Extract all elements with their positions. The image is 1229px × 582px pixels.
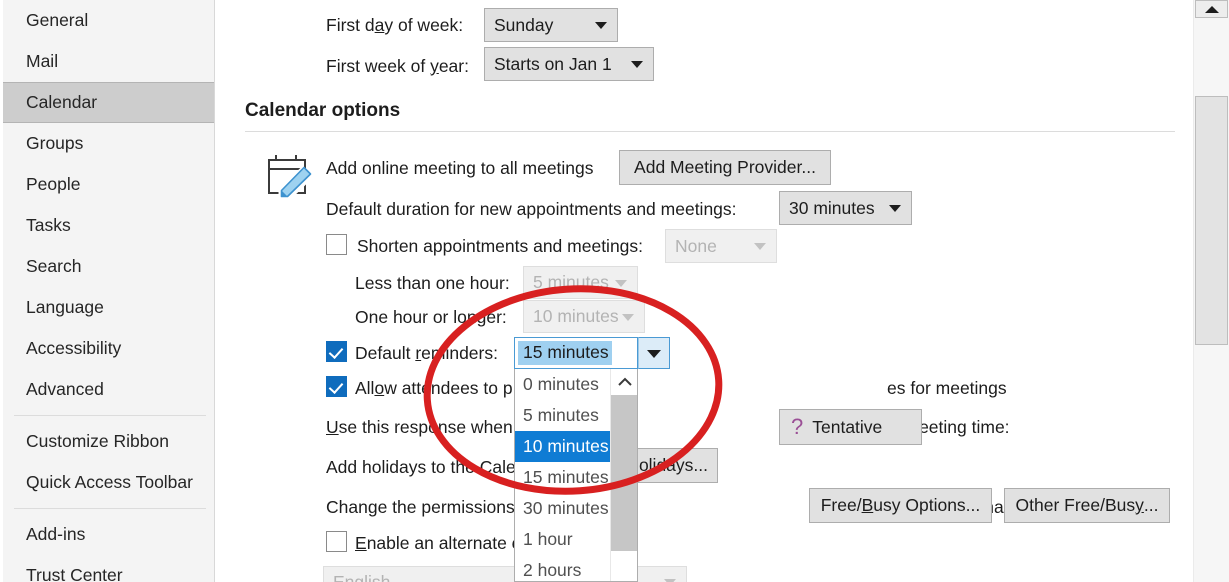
- sidebar-item-trust-center[interactable]: Trust Center: [0, 555, 214, 582]
- sidebar-item-label: Tasks: [26, 215, 71, 235]
- first-day-of-week-value: Sunday: [494, 14, 554, 35]
- sidebar-item-label: Mail: [26, 51, 59, 71]
- default-reminders-combobox-input[interactable]: 15 minutes: [514, 337, 638, 369]
- free-busy-options-button[interactable]: Free/Busy Options...: [809, 488, 992, 523]
- allow-attendees-label-left: Allow attendees to p: [355, 378, 513, 398]
- use-response-value: Tentative: [812, 416, 883, 437]
- chevron-up-icon[interactable]: [611, 369, 637, 395]
- sidebar-item-advanced[interactable]: Advanced: [0, 369, 214, 410]
- add-online-meeting-label: Add online meeting to all meetings: [326, 158, 594, 178]
- sidebar-item-label: Language: [26, 297, 104, 317]
- default-reminders-value: 15 minutes: [518, 341, 612, 365]
- calendar-options-heading: Calendar options: [245, 100, 401, 121]
- sidebar-item-label: Customize Ribbon: [26, 431, 169, 451]
- sidebar-item-mail[interactable]: Mail: [0, 41, 214, 82]
- default-reminders-checkbox[interactable]: [326, 341, 347, 362]
- dropdown-scrollbar[interactable]: [610, 369, 637, 581]
- sidebar-item-label: Advanced: [26, 379, 104, 399]
- default-duration-value: 30 minutes: [789, 197, 875, 218]
- sidebar-item-language[interactable]: Language: [0, 287, 214, 328]
- sidebar-item-add-ins[interactable]: Add-ins: [0, 514, 214, 555]
- sidebar-item-accessibility[interactable]: Accessibility: [0, 328, 214, 369]
- options-content-pane: First day of week: Sunday First week of …: [215, 0, 1193, 582]
- sidebar-left-edge: [0, 0, 3, 582]
- calendar-pencil-icon: [264, 150, 316, 202]
- first-day-of-week-label: First day of week:: [326, 15, 464, 35]
- sidebar-item-label: Search: [26, 256, 82, 276]
- use-response-label-left: Use this response when: [326, 417, 513, 437]
- page-scrollbar[interactable]: [1193, 0, 1229, 582]
- chevron-down-icon: [889, 205, 901, 212]
- chevron-down-icon: [631, 61, 643, 68]
- sidebar-item-quick-access-toolbar[interactable]: Quick Access Toolbar: [0, 462, 214, 503]
- sidebar-item-label: Quick Access Toolbar: [26, 472, 193, 492]
- sidebar-item-label: People: [26, 174, 81, 194]
- sidebar-item-groups[interactable]: Groups: [0, 123, 214, 164]
- default-reminders-label: Default reminders:: [355, 343, 498, 363]
- shorten-appointments-checkbox[interactable]: [326, 234, 347, 255]
- first-week-of-year-label: First week of year:: [326, 56, 469, 76]
- one-hour-or-longer-combobox[interactable]: 10 minutes: [523, 300, 645, 333]
- allow-attendees-checkbox[interactable]: [326, 376, 347, 397]
- sidebar-item-label: Add-ins: [26, 524, 86, 544]
- change-permissions-label-left: Change the permissions: [326, 497, 515, 517]
- scroll-up-arrow-icon[interactable]: [1195, 0, 1228, 18]
- sidebar-item-search[interactable]: Search: [0, 246, 214, 287]
- other-free-busy-button[interactable]: Other Free/Bus y...: [1004, 488, 1170, 523]
- sidebar-divider-2: [14, 508, 206, 509]
- sidebar-item-label: Trust Center: [26, 565, 123, 582]
- enable-alternate-calendar-checkbox[interactable]: [326, 531, 347, 552]
- first-week-of-year-value: Starts on Jan 1: [494, 53, 612, 74]
- one-hour-or-longer-value: 10 minutes: [533, 306, 619, 326]
- dropdown-scrollbar-thumb[interactable]: [611, 395, 637, 551]
- sidebar-item-calendar[interactable]: Calendar: [0, 82, 214, 123]
- enable-alternate-calendar-label: Enable an alternate c: [355, 533, 521, 553]
- sidebar-item-label: Calendar: [26, 92, 98, 112]
- default-reminders-dropdown-toggle[interactable]: [638, 337, 670, 369]
- shorten-amount-value: None: [675, 235, 717, 256]
- add-holidays-label: Add holidays to the Cale: [326, 457, 516, 477]
- sidebar-item-general[interactable]: General: [0, 0, 214, 41]
- default-reminders-dropdown-list[interactable]: 0 minutes 5 minutes 10 minutes 15 minute…: [514, 369, 638, 582]
- section-divider: [245, 131, 1175, 132]
- sidebar-divider-1: [14, 415, 206, 416]
- first-day-of-week-combobox[interactable]: Sunday: [484, 8, 618, 42]
- shorten-amount-combobox[interactable]: None: [665, 229, 777, 263]
- one-hour-or-longer-label: One hour or longer:: [355, 307, 507, 327]
- sidebar-item-people[interactable]: People: [0, 164, 214, 205]
- sidebar-item-label: Accessibility: [26, 338, 122, 358]
- outlook-options-calendar-pane: General Mail Calendar Groups People Task…: [0, 0, 1229, 582]
- chevron-down-icon: [622, 313, 634, 321]
- default-duration-label: Default duration for new appointments an…: [326, 199, 737, 219]
- less-than-one-hour-label: Less than one hour:: [355, 273, 510, 293]
- chevron-down-icon: [595, 22, 607, 29]
- page-scrollbar-thumb[interactable]: [1195, 96, 1228, 345]
- sidebar-item-tasks[interactable]: Tasks: [0, 205, 214, 246]
- use-response-combobox[interactable]: ? Tentative: [779, 409, 922, 445]
- default-duration-combobox[interactable]: 30 minutes: [779, 191, 912, 225]
- shorten-appointments-label: Shorten appointments and meetings:: [357, 236, 644, 256]
- sidebar-item-label: Groups: [26, 133, 84, 153]
- sidebar-item-label: General: [26, 10, 89, 30]
- chevron-down-icon: [615, 279, 627, 287]
- sidebar-item-customize-ribbon[interactable]: Customize Ribbon: [0, 421, 214, 462]
- question-mark-icon: ?: [791, 414, 804, 439]
- options-sidebar: General Mail Calendar Groups People Task…: [0, 0, 215, 582]
- chevron-down-icon: [754, 243, 766, 250]
- first-week-of-year-combobox[interactable]: Starts on Jan 1: [484, 47, 654, 81]
- less-than-one-hour-value: 5 minutes: [533, 272, 609, 292]
- less-than-one-hour-combobox[interactable]: 5 minutes: [523, 266, 638, 299]
- allow-attendees-label-right: es for meetings: [887, 378, 1007, 398]
- alternate-calendar-language-value: English: [333, 571, 391, 582]
- add-meeting-provider-button[interactable]: Add Meeting Provider...: [619, 150, 831, 185]
